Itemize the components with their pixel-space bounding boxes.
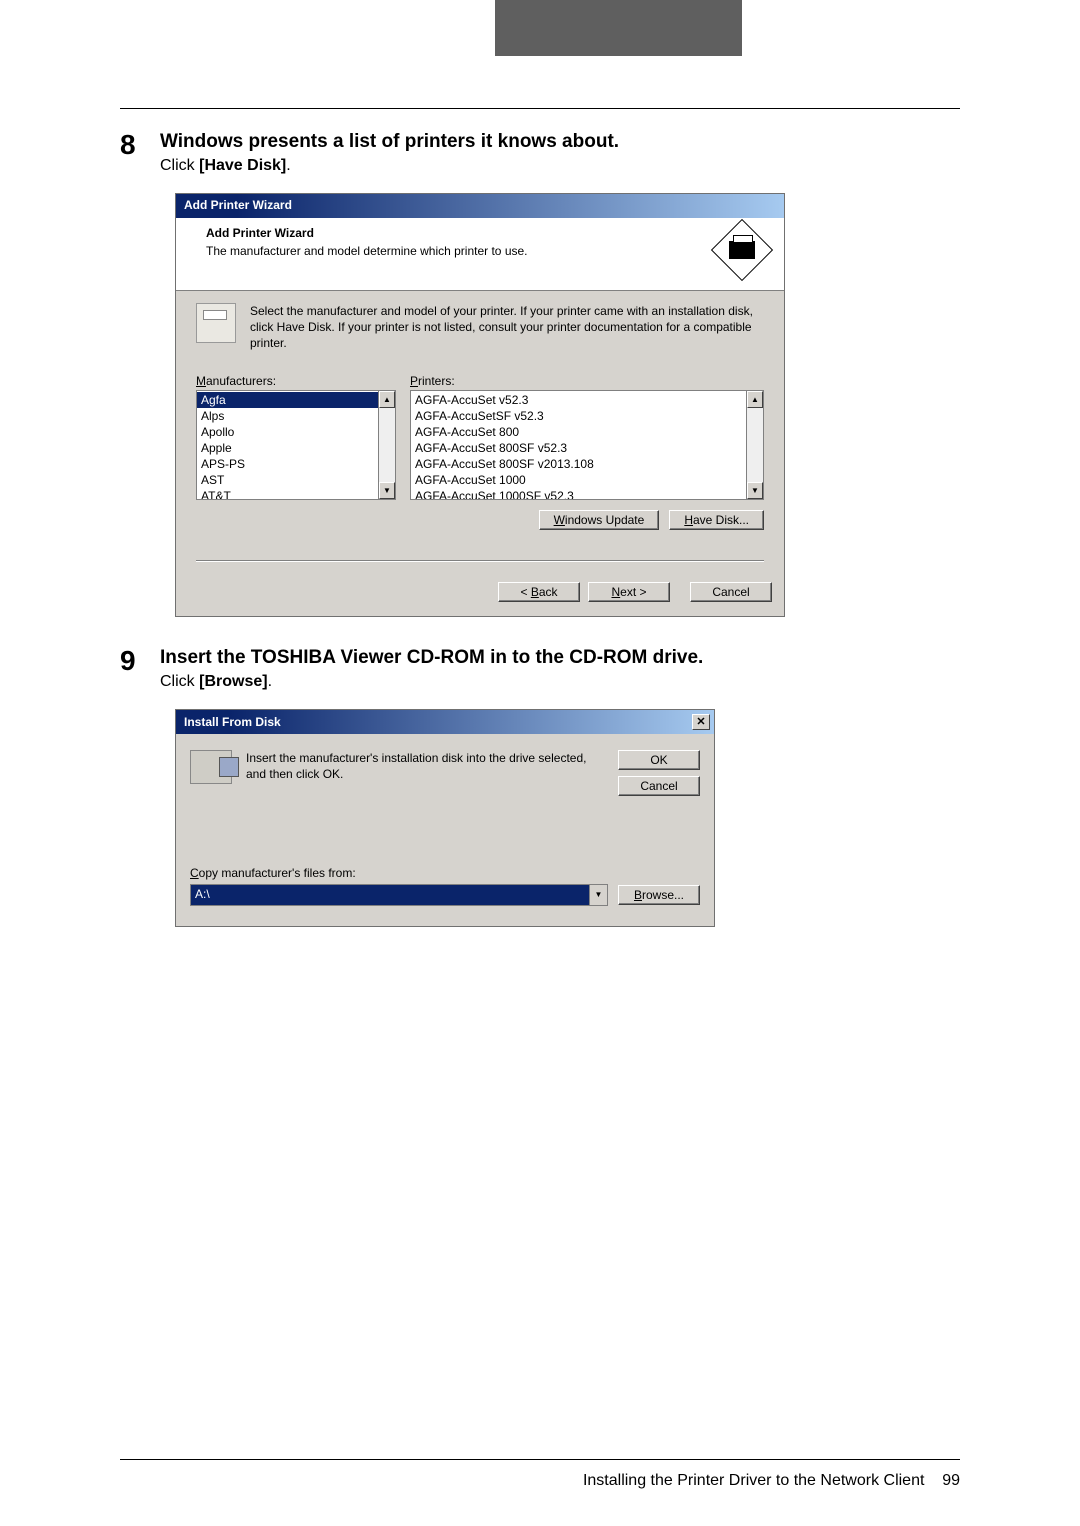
list-item[interactable]: Agfa <box>197 392 395 408</box>
sub-bold: [Browse] <box>199 673 267 690</box>
floppy-disk-icon <box>190 750 232 784</box>
sub-suffix: . <box>286 157 290 174</box>
ifd-title: Install From Disk <box>184 715 281 729</box>
wizard-header-title: Add Printer Wizard <box>206 226 710 240</box>
cancel-button[interactable]: Cancel <box>690 582 772 602</box>
footer-text: Installing the Printer Driver to the Net… <box>583 1472 924 1489</box>
printer-icon <box>711 219 773 281</box>
page-footer: Installing the Printer Driver to the Net… <box>120 1459 960 1490</box>
sub-suffix: . <box>268 673 272 690</box>
step-number: 9 <box>120 647 160 691</box>
list-item[interactable]: AGFA-AccuSet v52.3 <box>411 392 763 408</box>
back-button[interactable]: < Back <box>498 582 580 602</box>
sub-bold: [Have Disk] <box>199 157 286 174</box>
copy-from-combo[interactable]: A:\ ▼ <box>190 884 608 906</box>
scroll-down-icon[interactable]: ▼ <box>379 482 395 499</box>
step-8: 8 Windows presents a list of printers it… <box>120 131 960 175</box>
printers-listbox[interactable]: AGFA-AccuSet v52.3 AGFA-AccuSetSF v52.3 … <box>410 390 764 500</box>
scroll-down-icon[interactable]: ▼ <box>747 482 763 499</box>
scrollbar[interactable]: ▲ ▼ <box>746 391 763 499</box>
list-item[interactable]: AGFA-AccuSetSF v52.3 <box>411 408 763 424</box>
install-from-disk-dialog: Install From Disk ✕ Insert the manufactu… <box>175 709 715 927</box>
ifd-message: Insert the manufacturer's installation d… <box>246 750 604 782</box>
copy-from-label: Copy manufacturer's files from: <box>190 866 700 880</box>
wizard-header: Add Printer Wizard The manufacturer and … <box>176 218 784 291</box>
wizard-titlebar: Add Printer Wizard <box>176 194 784 218</box>
scroll-up-icon[interactable]: ▲ <box>379 391 395 408</box>
list-item[interactable]: AGFA-AccuSet 800SF v2013.108 <box>411 456 763 472</box>
step-subtext: Click [Have Disk]. <box>160 157 619 175</box>
list-item[interactable]: Apple <box>197 440 395 456</box>
ifd-titlebar: Install From Disk ✕ <box>176 710 714 734</box>
scroll-up-icon[interactable]: ▲ <box>747 391 763 408</box>
page-number: 99 <box>942 1472 960 1489</box>
have-disk-button[interactable]: Have Disk... <box>669 510 764 530</box>
list-item[interactable]: AGFA-AccuSet 1000SF v52.3 <box>411 488 763 500</box>
step-heading: Windows presents a list of printers it k… <box>160 131 619 153</box>
list-item[interactable]: AGFA-AccuSet 800SF v52.3 <box>411 440 763 456</box>
add-printer-wizard-dialog: Add Printer Wizard Add Printer Wizard Th… <box>175 193 785 617</box>
sub-prefix: Click <box>160 157 199 174</box>
wizard-header-subtitle: The manufacturer and model determine whi… <box>206 244 710 258</box>
ok-button[interactable]: OK <box>618 750 700 770</box>
step-number: 8 <box>120 131 160 175</box>
list-item[interactable]: APS-PS <box>197 456 395 472</box>
list-item[interactable]: AST <box>197 472 395 488</box>
manufacturers-label: Manufacturers: <box>196 374 410 388</box>
list-item[interactable]: AGFA-AccuSet 800 <box>411 424 763 440</box>
list-item[interactable]: AGFA-AccuSet 1000 <box>411 472 763 488</box>
scrollbar[interactable]: ▲ ▼ <box>378 391 395 499</box>
step-subtext: Click [Browse]. <box>160 673 703 691</box>
chevron-down-icon[interactable]: ▼ <box>589 885 607 905</box>
manufacturers-listbox[interactable]: Agfa Alps Apollo Apple APS-PS AST AT&T ▲… <box>196 390 396 500</box>
cancel-button[interactable]: Cancel <box>618 776 700 796</box>
step-9: 9 Insert the TOSHIBA Viewer CD-ROM in to… <box>120 647 960 691</box>
close-icon[interactable]: ✕ <box>692 714 710 730</box>
step-heading: Insert the TOSHIBA Viewer CD-ROM in to t… <box>160 647 703 669</box>
next-button[interactable]: Next > <box>588 582 670 602</box>
list-item[interactable]: Apollo <box>197 424 395 440</box>
wizard-instruction: Select the manufacturer and model of you… <box>250 303 764 352</box>
printer-small-icon <box>196 303 236 343</box>
list-item[interactable]: Alps <box>197 408 395 424</box>
windows-update-button[interactable]: Windows Update <box>539 510 660 530</box>
printers-label: Printers: <box>410 374 764 388</box>
sub-prefix: Click <box>160 673 199 690</box>
list-item[interactable]: AT&T <box>197 488 395 500</box>
browse-button[interactable]: Browse... <box>618 885 700 905</box>
top-tab-background <box>495 0 742 56</box>
combo-value[interactable]: A:\ <box>191 885 589 905</box>
